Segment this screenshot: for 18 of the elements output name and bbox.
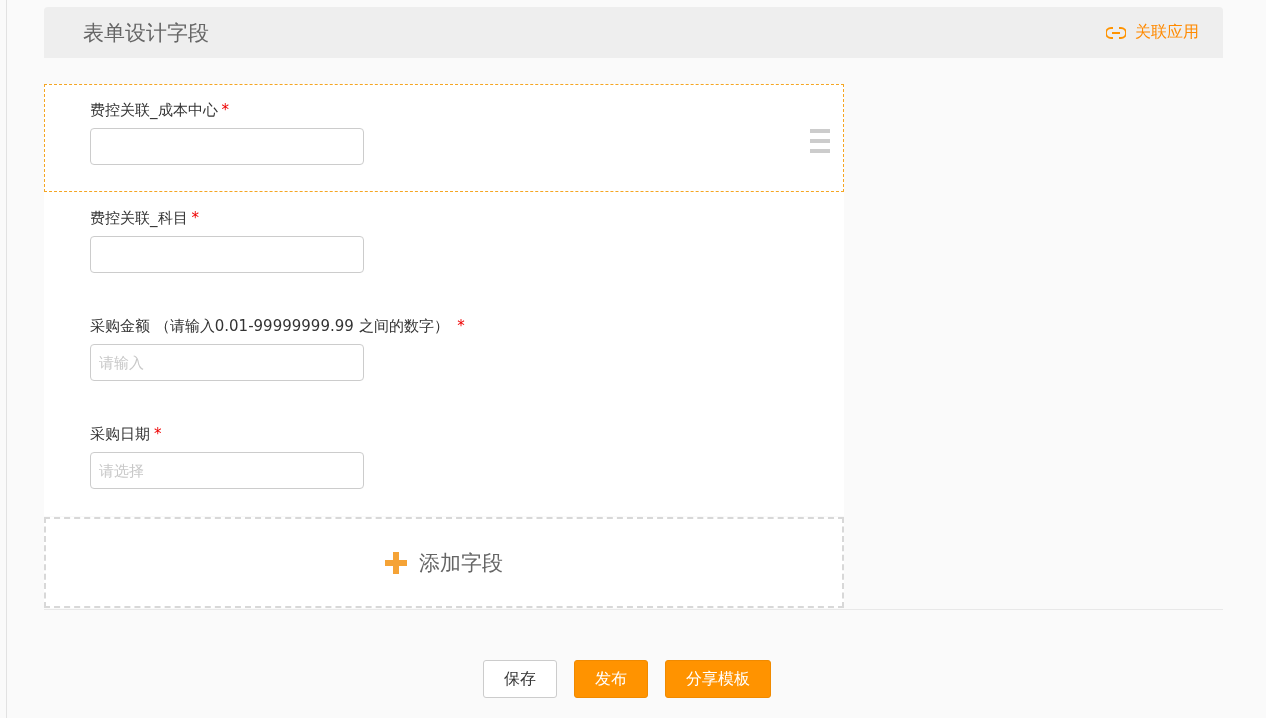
form-field-row[interactable]: 费控关联_科目 * bbox=[44, 192, 844, 300]
action-button[interactable]: 保存 bbox=[482, 660, 557, 698]
field-label: 采购日期 bbox=[90, 425, 150, 444]
required-asterisk: * bbox=[191, 209, 199, 227]
field-label: 费控关联_科目 bbox=[90, 209, 188, 228]
field-label: 费控关联_成本中心 bbox=[90, 101, 218, 120]
drag-handle-icon[interactable] bbox=[809, 127, 831, 155]
add-field-button[interactable]: 添加字段 bbox=[44, 517, 844, 608]
required-asterisk: * bbox=[221, 101, 229, 119]
link-icon bbox=[1106, 26, 1126, 39]
required-asterisk: * bbox=[457, 317, 465, 335]
section-title: 表单设计字段 bbox=[83, 19, 209, 47]
input-field[interactable] bbox=[90, 128, 364, 165]
required-asterisk: * bbox=[154, 425, 162, 443]
plus-icon bbox=[385, 551, 407, 574]
input-field[interactable] bbox=[90, 236, 364, 273]
field-label: 采购金额 （请输入0.01-99999999.99 之间的数字） bbox=[90, 317, 450, 336]
form-field-row[interactable]: 费控关联_成本中心 * bbox=[44, 84, 844, 192]
